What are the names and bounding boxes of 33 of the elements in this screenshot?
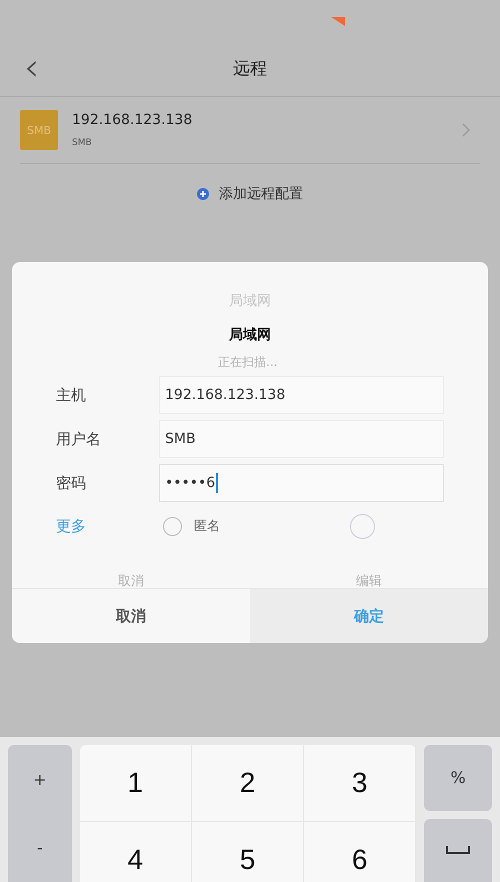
- keyboard-key[interactable]: -: [8, 814, 72, 882]
- ghost-status-text: 正在扫描...: [218, 354, 278, 368]
- field-label: 用户名: [56, 430, 102, 448]
- keyboard-key[interactable]: 3: [304, 745, 416, 822]
- radio-option[interactable]: 匿名: [163, 516, 220, 536]
- add-icon: [197, 188, 209, 200]
- chevron-right-icon: [462, 123, 470, 137]
- input-field[interactable]: •••••6: [159, 464, 444, 502]
- keyboard-key[interactable]: 4: [80, 822, 192, 882]
- dialog-title: 局域网: [228, 326, 272, 345]
- back-button[interactable]: ‹: [18, 48, 46, 86]
- radio-button[interactable]: [350, 514, 375, 538]
- remote-protocol: SMB: [72, 138, 93, 148]
- notification-icon: [331, 17, 345, 26]
- ghost-button-text: 编辑: [356, 573, 382, 588]
- space-key[interactable]: [424, 818, 492, 882]
- ghost-button-text: 取消: [118, 573, 144, 588]
- input-field[interactable]: 192.168.123.138: [159, 376, 444, 414]
- keyboard-key[interactable]: 6: [304, 822, 416, 882]
- folder-icon: SMB: [20, 110, 58, 150]
- field-label: 密码: [56, 474, 87, 492]
- keyboard-key[interactable]: 5: [192, 822, 304, 882]
- input-field[interactable]: SMB: [159, 420, 444, 458]
- remote-address: 192.168.123.138: [72, 112, 194, 128]
- field-label: 主机: [56, 386, 87, 404]
- keyboard-key[interactable]: +: [8, 745, 72, 814]
- add-remote-button[interactable]: 添加远程配置: [0, 164, 500, 224]
- remote-item[interactable]: SMB 192.168.123.138 SMB: [20, 97, 480, 164]
- page-title: 远程: [233, 58, 267, 80]
- keyboard-key[interactable]: %: [424, 745, 492, 811]
- keyboard-key[interactable]: 2: [192, 745, 304, 822]
- keyboard-key[interactable]: 1: [80, 745, 192, 822]
- space-bar-icon: [446, 846, 470, 854]
